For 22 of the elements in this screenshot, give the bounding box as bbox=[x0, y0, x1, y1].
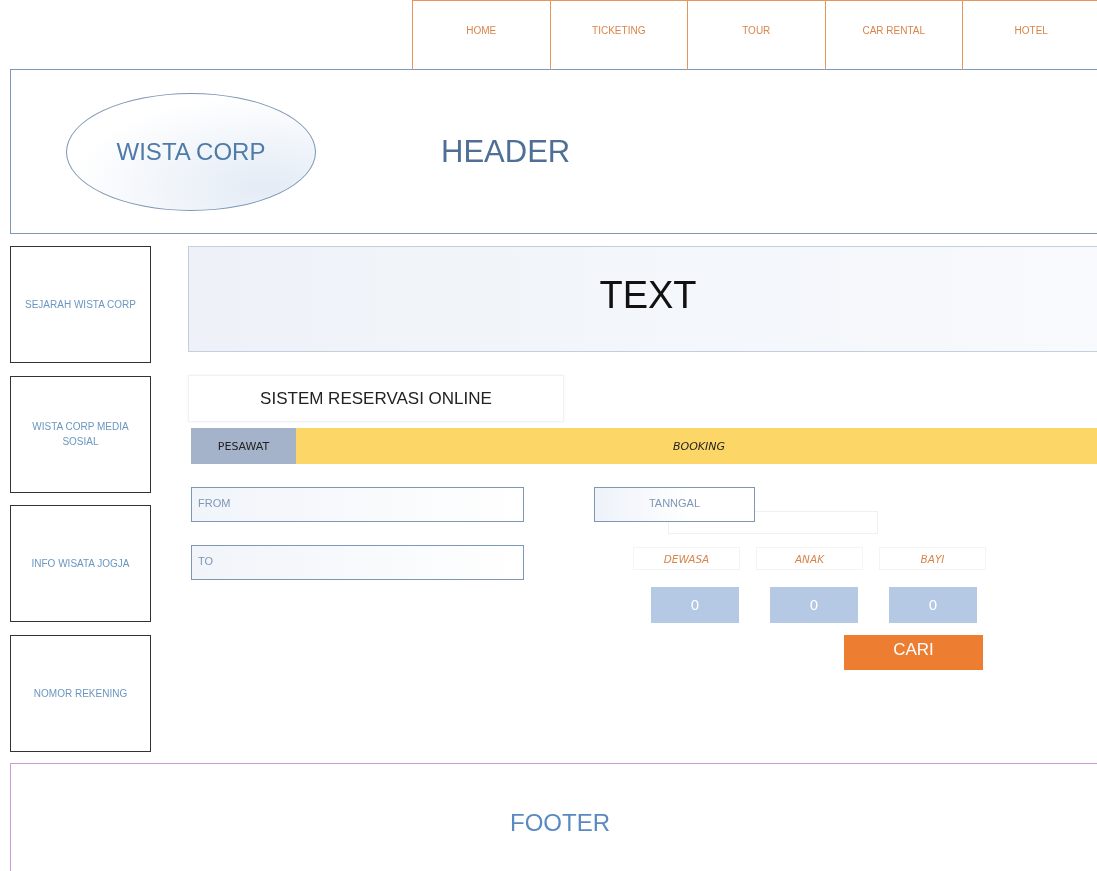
count-field[interactable]: 0 bbox=[770, 587, 858, 623]
sidebar-link[interactable]: SEJARAH WISTA CORP bbox=[10, 246, 151, 363]
nav-link[interactable]: HOME bbox=[412, 0, 551, 70]
from-field[interactable]: FROM bbox=[191, 487, 524, 522]
section-title: SISTEM RESERVASI ONLINE bbox=[188, 375, 564, 422]
sidebar-link[interactable]: WISTA CORP MEDIA SOSIAL bbox=[10, 375, 151, 493]
count-field[interactable]: 0 bbox=[651, 587, 739, 623]
count-field[interactable]: 0 bbox=[889, 587, 977, 623]
passenger-label: ANAK bbox=[756, 547, 863, 570]
header-title: HEADER bbox=[441, 133, 571, 170]
tab[interactable]: PESAWAT bbox=[191, 428, 296, 464]
logo: WISTA CORP bbox=[66, 92, 316, 211]
passenger-label: BAYI bbox=[879, 547, 986, 570]
sidebar-link[interactable]: NOMOR REKENING bbox=[10, 634, 151, 752]
text-banner: TEXT bbox=[188, 246, 1097, 352]
date-field[interactable]: TANNGAL bbox=[594, 487, 755, 522]
sidebar-link[interactable]: INFO WISATA JOGJA bbox=[10, 505, 151, 622]
search-button[interactable]: CARI bbox=[844, 635, 983, 670]
to-field[interactable]: TO bbox=[191, 545, 524, 580]
bar-label: BOOKING bbox=[673, 439, 726, 453]
passenger-label: DEWASA bbox=[633, 547, 740, 570]
footer-panel: FOOTER bbox=[10, 762, 1097, 871]
